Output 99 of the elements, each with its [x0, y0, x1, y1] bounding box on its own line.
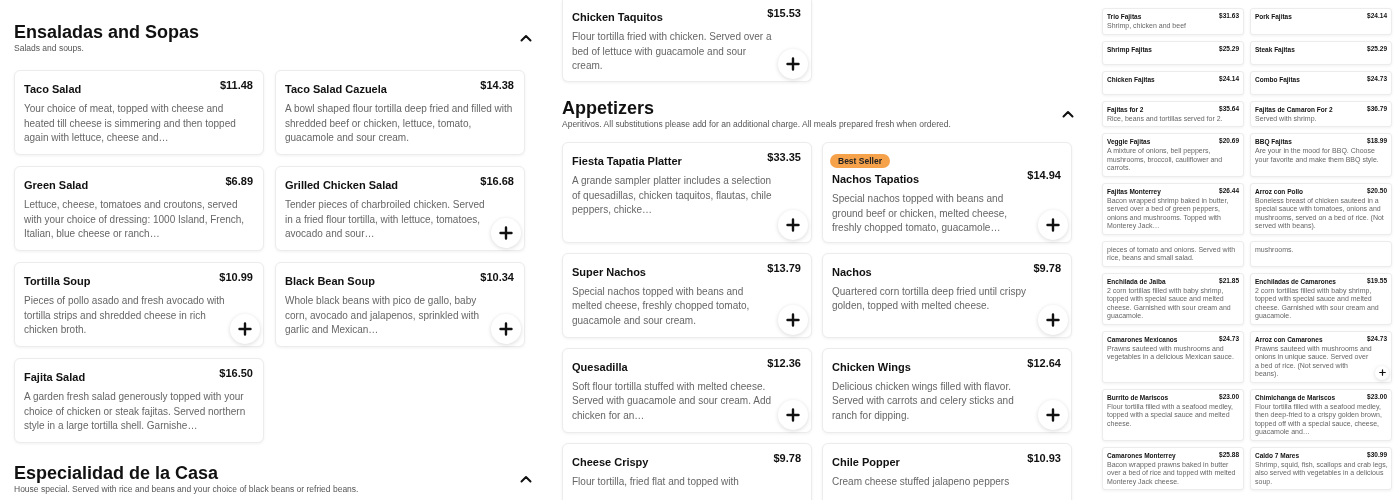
menu-item-card[interactable]: Super Nachos $13.79 Special nachos topped with beans and melted cheese, freshly chopped tomato, guacamole and sour cream.: [562, 252, 812, 338]
plus-icon: [786, 312, 800, 327]
menu-item-card[interactable]: Quesadilla $12.36 Soft flour tortilla stuffed with melted cheese. Served with guacamole and sour cream. Add chicken for an…: [562, 347, 812, 433]
section-title: Ensaladas and Sopas: [14, 22, 200, 43]
item-name: Green Salad: [24, 178, 89, 192]
item-name: Taco Salad Cazuela: [285, 82, 387, 96]
item-name: Chicken Taquitos: [572, 10, 663, 24]
item-description: Cream cheese stuffed jalapeno peppers: [832, 474, 1011, 489]
item-name: Tortilla Soup: [24, 274, 91, 288]
add-button[interactable]: [230, 314, 260, 344]
item-name: Black Bean Soup: [285, 274, 375, 288]
item-description: Your choice of meat, topped with cheese and heated till cheese is simmering and then topped again with lettuce, cheese and…: [24, 102, 237, 145]
item-name: Taco Salad: [24, 82, 82, 96]
item-name: Quesadilla: [572, 359, 628, 374]
section-title: Especialidad de la Casa: [14, 463, 220, 484]
item-description: A garden fresh salad generously topped with your choice of chicken or steak fajitas. Served northern style in a large tortilla shell. Garnishe…: [24, 390, 247, 433]
menu-item-card[interactable]: Nachos $9.78 Quartered corn tortilla deep fried until crispy golden, topped with melted cheese.: [822, 252, 1072, 338]
item-description: Tender pieces of charbroiled chicken. Served in a fried flour tortilla, with lettuce, tomatoes, avocado and sour…: [285, 198, 486, 241]
item-name: Super Nachos: [572, 264, 646, 279]
plus-icon: [499, 322, 513, 336]
menu-item-card[interactable]: Taco Salad $11.48 Your choice of meat, topped with cheese and heated till cheese is simmering and then topped again with lettuce, cheese and…: [14, 70, 264, 155]
section-subtitle: House special. Served with rice and beans and your choice of black beans or refried beans.: [14, 484, 359, 495]
item-name: Grilled Chicken Salad: [285, 178, 399, 192]
item-price: $9.78: [773, 450, 801, 465]
item-price: $16.68: [480, 174, 514, 188]
item-description: Pieces of pollo asado and fresh avocado with tortilla strips and shredded cheese in rich chicken broth.: [24, 294, 226, 337]
item-price: $14.38: [480, 78, 514, 92]
chevron-up-icon: [1062, 110, 1074, 118]
add-button[interactable]: [1038, 399, 1068, 430]
seller-badge: Best Seller: [830, 154, 890, 168]
item-price: $6.89: [225, 174, 253, 188]
plus-icon: [1046, 312, 1060, 327]
add-button[interactable]: [778, 49, 808, 79]
plus-icon: [499, 226, 513, 240]
menu-item-card[interactable]: Black Bean Soup $10.34 Whole black beans with pico de gallo, baby corn, avocado and jalapenos, sprinkled with garlic and Mexican…: [275, 262, 525, 347]
item-description: Whole black beans with pico de gallo, baby corn, avocado and jalapenos, sprinkled with garlic and Mexican…: [285, 294, 480, 337]
item-name: Fiesta Tapatia Platter: [572, 154, 682, 168]
item-price: $12.64: [1027, 355, 1061, 370]
menu-item-card[interactable]: Fiesta Tapatia Platter $33.35 A grande sampler platter includes a selection of quesadillas, chicken taquitos, flautas, chile peppers, chicke…: [562, 142, 812, 243]
menu-item-card[interactable]: Chile Popper $10.93 Cream cheese stuffed jalapeno peppers: [822, 442, 1072, 500]
item-price: $13.79: [767, 260, 801, 275]
plus-icon: [786, 57, 800, 71]
item-price: $10.34: [480, 270, 514, 284]
add-button[interactable]: [491, 314, 521, 344]
plus-icon: [1046, 407, 1060, 422]
item-price: $9.78: [1033, 260, 1061, 275]
item-description: Delicious chicken wings filled with flavor. Served with carrots and celery sticks and ranch for dipping.: [832, 379, 1015, 423]
item-name: Fajita Salad: [24, 370, 86, 384]
menu-item-card[interactable]: Cheese Crispy $9.78 Flour tortilla, fried flat and topped with: [562, 442, 812, 500]
item-price: $15.53: [767, 6, 801, 20]
menu-item-card[interactable]: Grilled Chicken Salad $16.68 Tender pieces of charbroiled chicken. Served in a fried flour tortilla, with lettuce, tomatoes, avocado and sour…: [275, 166, 525, 251]
plus-icon: [238, 322, 252, 336]
item-description: A bowl shaped flour tortilla deep fried and filled with shredded beef or chicken, lettuce, tomato, guacamole and sour cream.: [285, 102, 513, 145]
item-price: $14.94: [1027, 168, 1061, 182]
plus-icon: [1378, 369, 1386, 376]
chevron-up-icon: [520, 34, 532, 42]
collapse-button[interactable]: [518, 473, 534, 485]
item-price: $10.99: [219, 270, 253, 284]
menu-item-card[interactable]: Green Salad $6.89 Lettuce, cheese, tomatoes and croutons, served with your choice of dressing: 1000 Island, French, Italian, blue cheese or ranch…: [14, 166, 264, 251]
plus-icon: [786, 407, 800, 422]
item-description: Quartered corn tortilla deep fried until crispy golden, topped with melted cheese.: [832, 284, 1027, 313]
menu-item-card[interactable]: Best Seller Nachos Tapatios $14.94 Special nachos topped with beans and ground beef or chicken, melted cheese, freshly chopped tomato, guacamole…: [822, 142, 1072, 243]
item-description: Lettuce, cheese, tomatoes and croutons, served with your choice of dressing: 1000 Island, French, Italian, blue cheese or ranch…: [24, 198, 246, 241]
item-name: Nachos: [832, 264, 872, 279]
item-description: Special nachos topped with beans and melted cheese, freshly chopped tomato, guacamole and sour cream.: [572, 284, 751, 328]
item-name: Chile Popper: [832, 454, 900, 469]
item-description: Flour tortilla, fried flat and topped with: [572, 474, 740, 489]
add-button[interactable]: [1375, 365, 1389, 380]
add-button[interactable]: [778, 399, 808, 430]
item-name: Nachos Tapatios: [832, 172, 920, 186]
item-price: $11.48: [219, 78, 253, 92]
item-price: $10.93: [1027, 450, 1061, 465]
add-button[interactable]: [778, 209, 808, 240]
item-price: $33.35: [767, 150, 801, 164]
add-button[interactable]: [1038, 304, 1068, 335]
item-description: Soft flour tortilla stuffed with melted cheese. Served with guacamole and sour cream. Add chicken for an…: [572, 379, 772, 423]
section-subtitle: Aperitivos. All substitutions please add for an additional charge. All meals prepared fresh when ordered.: [562, 119, 951, 130]
chevron-up-icon: [520, 475, 532, 483]
item-price: $16.50: [219, 366, 253, 380]
section-title: Appetizers: [562, 98, 656, 119]
menu-item-card[interactable]: Taco Salad Cazuela $14.38 A bowl shaped flour tortilla deep fried and filled with shredded beef or chicken, lettuce, tomato, guacamole and sour cream.: [275, 70, 525, 155]
menu-item-card[interactable]: Chicken Taquitos $15.53 Flour tortilla fried with chicken. Served over a bed of lettuce with guacamole and sour cream.: [562, 0, 812, 82]
add-button[interactable]: [491, 218, 521, 248]
plus-icon: [786, 217, 800, 232]
item-description: A grande sampler platter includes a selection of quesadillas, chicken taquitos, flautas, chile peppers, chicke…: [572, 174, 773, 217]
menu-item-card[interactable]: Chicken Wings $12.64 Delicious chicken wings filled with flavor. Served with carrots and celery sticks and ranch for dipping.: [822, 347, 1072, 433]
menu-item-card[interactable]: Fajita Salad $16.50 A garden fresh salad generously topped with your choice of chicken or steak fajitas. Served northern style in a large tortilla shell. Garnishe…: [14, 358, 264, 443]
add-button[interactable]: [1038, 209, 1068, 240]
item-description: Special nachos topped with beans and ground beef or chicken, melted cheese, freshly chopped tomato, guacamole…: [832, 192, 1009, 235]
item-description: Flour tortilla fried with chicken. Served over a bed of lettuce with guacamole and sour cream.: [572, 30, 773, 73]
plus-icon: [1046, 217, 1060, 232]
item-name: Chicken Wings: [832, 359, 911, 374]
menu-item-card[interactable]: Tortilla Soup $10.99 Pieces of pollo asado and fresh avocado with tortilla strips and shredded cheese in rich chicken broth.: [14, 262, 264, 347]
item-price: $12.36: [767, 355, 801, 370]
add-button[interactable]: [778, 304, 808, 335]
section-subtitle: Salads and soups.: [14, 43, 85, 54]
collapse-button[interactable]: [1060, 108, 1076, 120]
item-name: Cheese Crispy: [572, 454, 649, 469]
collapse-button[interactable]: [518, 32, 534, 44]
